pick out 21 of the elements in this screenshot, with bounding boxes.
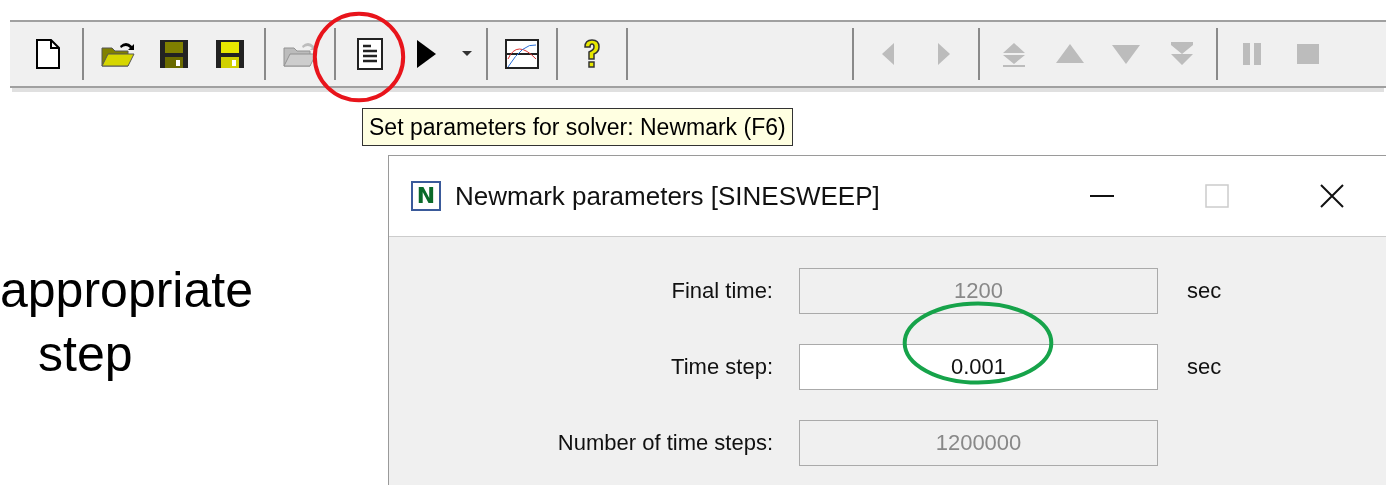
save-icon	[158, 38, 190, 70]
minimize-icon	[1089, 195, 1114, 197]
chart-icon	[505, 39, 539, 69]
maximize-icon	[1204, 184, 1229, 208]
document-icon	[356, 37, 384, 71]
app-icon: N	[411, 181, 441, 211]
save-icon	[214, 38, 246, 70]
new-file-icon	[35, 38, 61, 70]
field-label: Number of time steps:	[556, 430, 773, 456]
caret-icon	[462, 51, 472, 57]
play-icon	[414, 38, 438, 70]
field-label: Final time:	[670, 278, 773, 304]
close-icon	[1318, 183, 1345, 209]
unit-label: sec	[1186, 278, 1223, 304]
unit-label: sec	[1186, 354, 1223, 380]
field-label: Time step:	[670, 354, 773, 380]
slide-text: appropriate	[0, 261, 253, 320]
window-title: Newmark parameters [SINESWEEP]	[455, 180, 880, 212]
input-field[interactable]: 0.001	[799, 344, 1158, 390]
slide-text: step	[37, 325, 133, 384]
tooltip: Set parameters for solver: Newmark (F6)	[362, 108, 793, 146]
